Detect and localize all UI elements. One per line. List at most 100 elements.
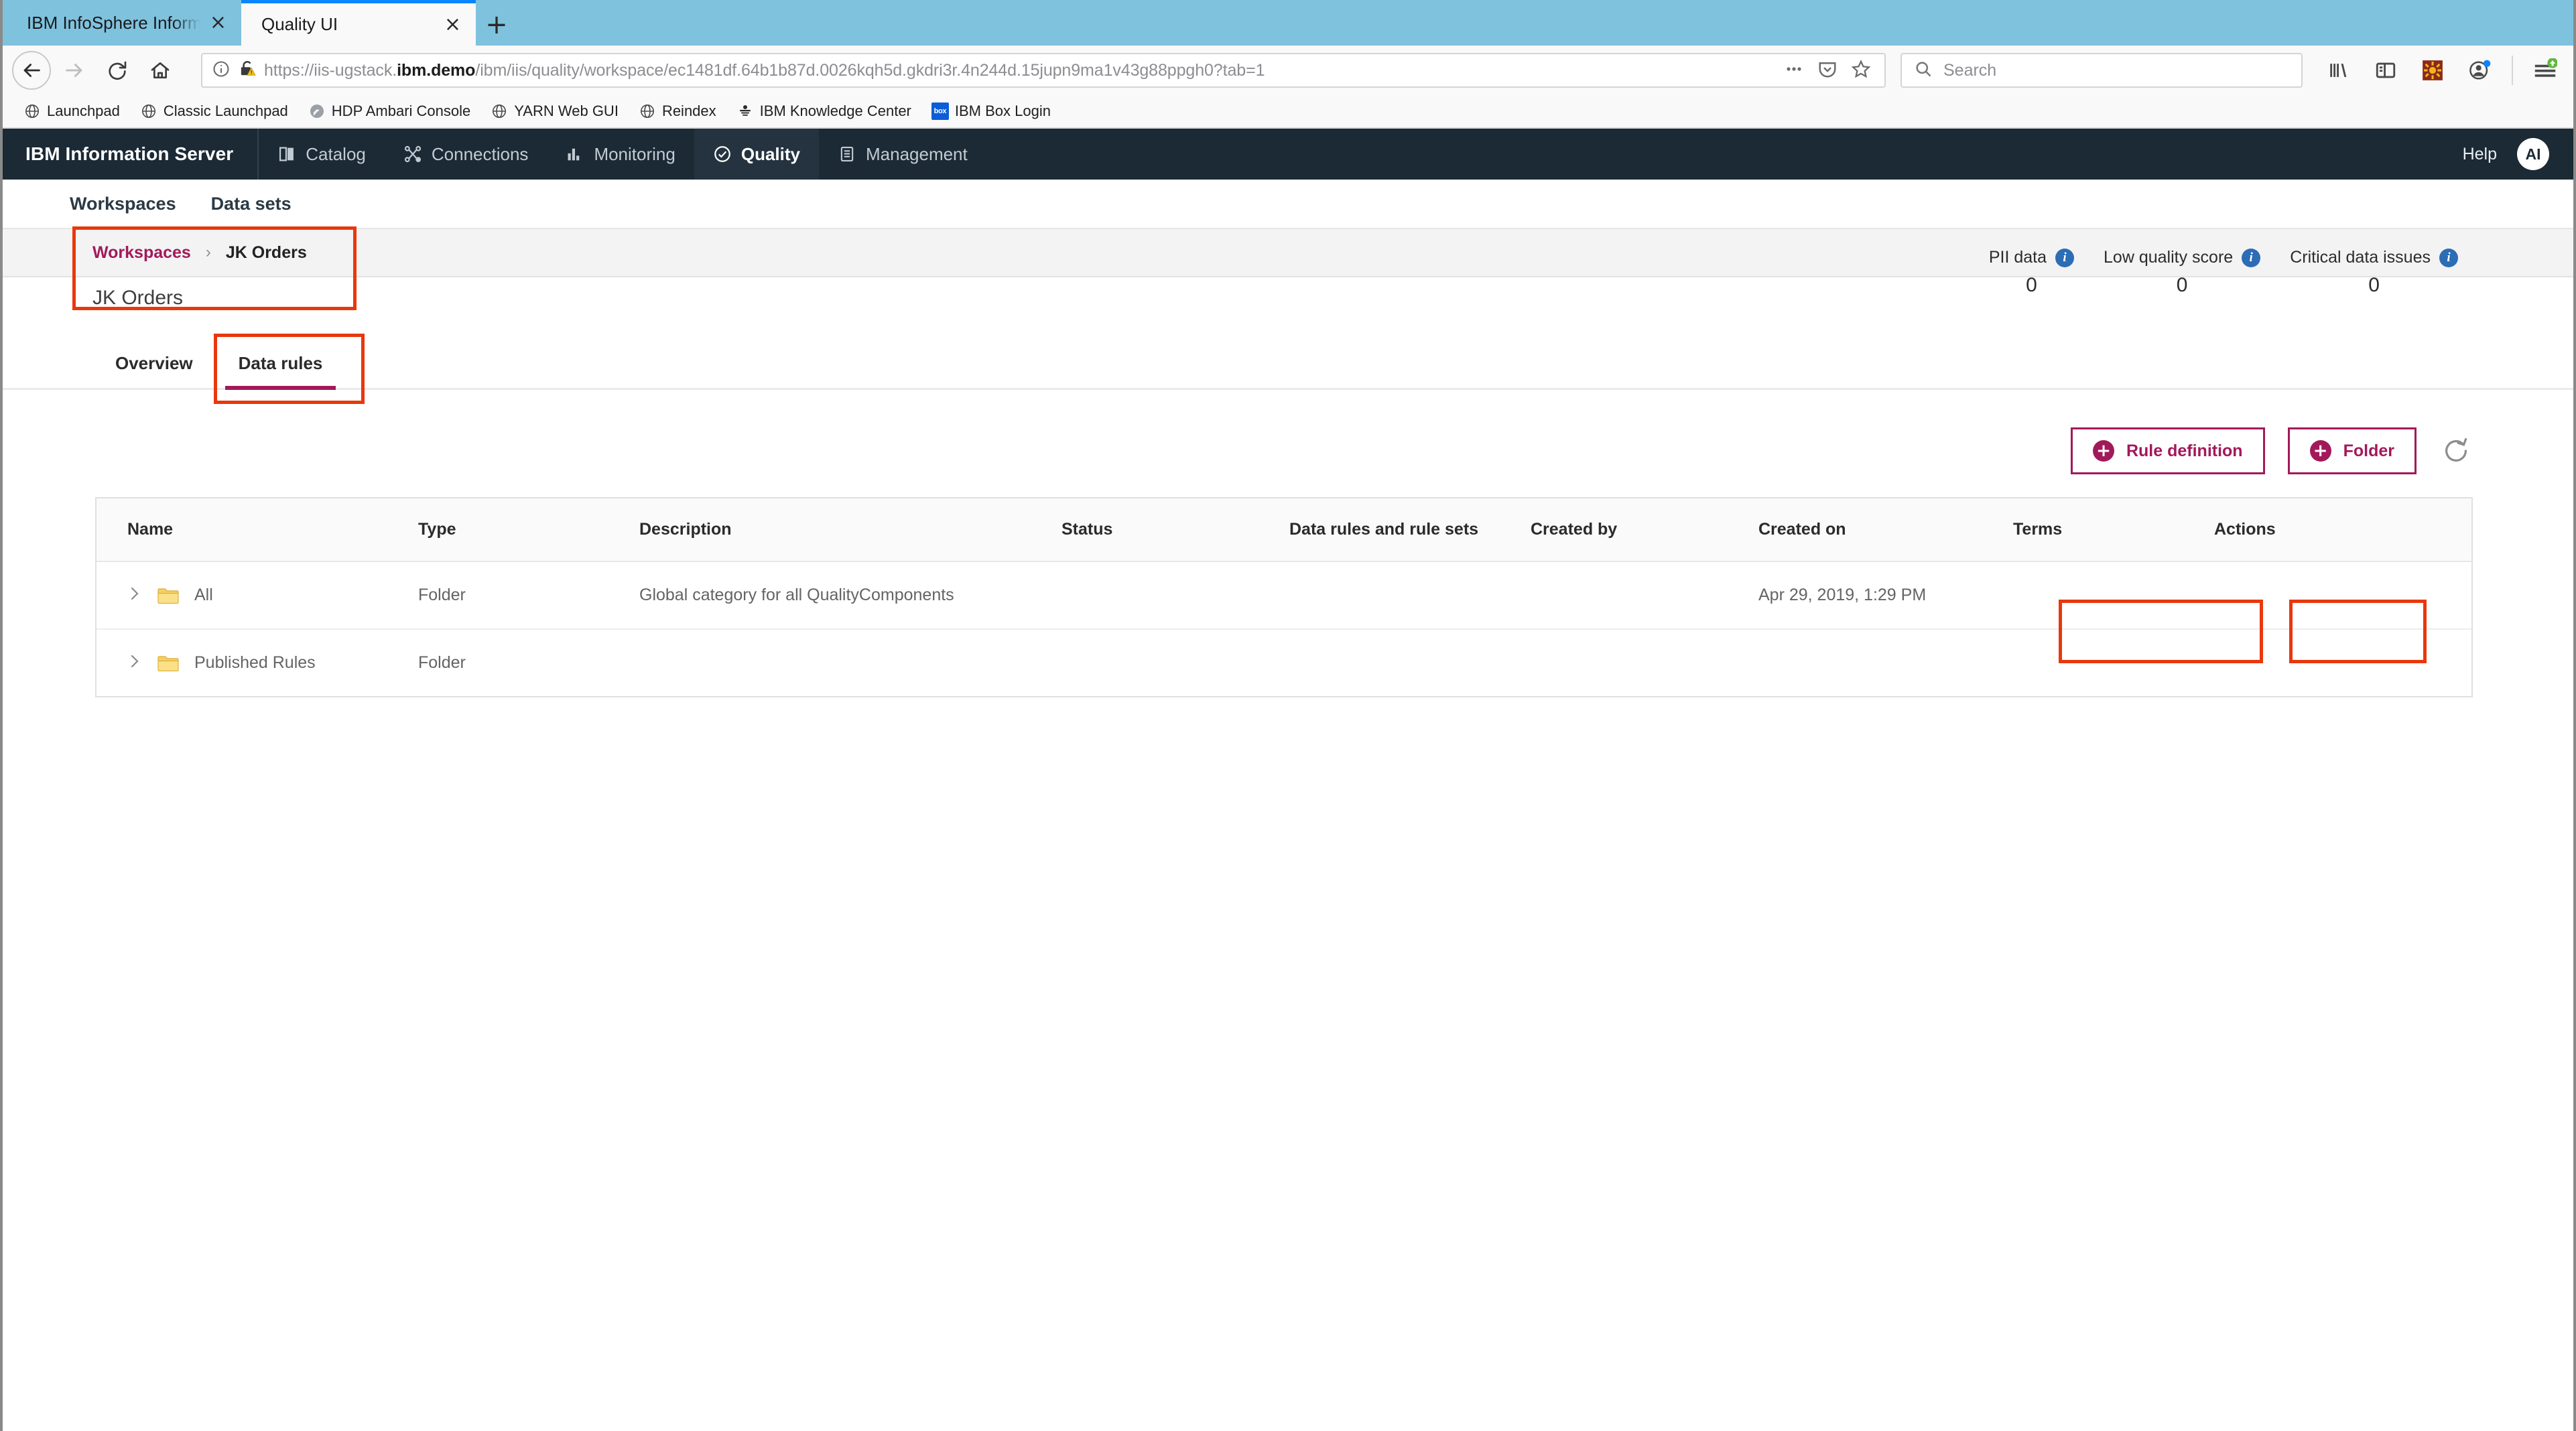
folder-icon xyxy=(157,654,180,673)
column-header-status[interactable]: Status xyxy=(1061,498,1289,562)
browser-tab-strip: IBM InfoSphere Information Server × Qual… xyxy=(3,0,2573,46)
row-type: Folder xyxy=(418,653,466,672)
bookmark-label: IBM Knowledge Center xyxy=(759,103,911,119)
bookmark-launchpad[interactable]: Launchpad xyxy=(13,103,130,120)
app-brand[interactable]: IBM Information Server xyxy=(3,129,259,180)
bookmark-classic-launchpad[interactable]: Classic Launchpad xyxy=(130,103,298,120)
browser-tab-1[interactable]: IBM InfoSphere Information Server × xyxy=(7,0,241,46)
refresh-icon[interactable] xyxy=(2439,434,2473,468)
globe-icon xyxy=(491,103,508,120)
row-status xyxy=(1061,561,1289,630)
metric-label: PII data xyxy=(1988,248,2047,267)
action-bar: + Rule definition + Folder xyxy=(3,390,2573,474)
page-info-icon[interactable] xyxy=(212,60,231,82)
breadcrumb-workspaces-link[interactable]: Workspaces xyxy=(92,243,191,263)
browser-tab-2[interactable]: Quality UI × xyxy=(241,0,476,46)
expand-chevron-icon[interactable] xyxy=(127,585,142,606)
nav-label: Monitoring xyxy=(594,143,675,164)
nav-item-monitoring[interactable]: Monitoring xyxy=(547,129,694,180)
bookmarks-bar: Launchpad Classic Launchpad HDP Ambari C… xyxy=(3,95,2573,129)
sub-nav-workspaces[interactable]: Workspaces xyxy=(70,194,176,214)
browser-window: IBM InfoSphere Information Server × Qual… xyxy=(0,0,2576,1431)
metric-value: 0 xyxy=(2026,274,2037,296)
forward-button[interactable] xyxy=(55,51,94,90)
column-header-terms[interactable]: Terms xyxy=(2013,498,2214,562)
data-rules-table: Name Type Description Status Data rules … xyxy=(95,497,2473,697)
new-tab-button[interactable]: + xyxy=(476,4,517,46)
info-icon[interactable]: i xyxy=(2055,248,2075,267)
bookmark-hdp-ambari-console[interactable]: HDP Ambari Console xyxy=(298,103,480,120)
column-header-created-on[interactable]: Created on xyxy=(1758,498,2013,562)
table-row[interactable]: Published Rules Folder xyxy=(96,629,2471,696)
row-data-rules xyxy=(1289,561,1531,630)
bookmark-star-icon[interactable] xyxy=(1851,59,1871,82)
close-icon[interactable]: × xyxy=(210,13,227,33)
row-description xyxy=(639,629,1061,696)
close-icon[interactable]: × xyxy=(444,14,461,35)
nav-label: Catalog xyxy=(306,143,366,164)
bar-chart-icon xyxy=(566,145,584,163)
expand-chevron-icon[interactable] xyxy=(127,653,142,673)
row-actions[interactable] xyxy=(2214,561,2471,630)
column-header-name[interactable]: Name xyxy=(96,498,418,562)
bookmark-reindex[interactable]: Reindex xyxy=(629,103,726,120)
quality-metrics: PII data i 0 Low quality score i 0 Criti… xyxy=(1974,248,2473,297)
column-header-actions[interactable]: Actions xyxy=(2214,498,2471,562)
browser-tab-2-title: Quality UI xyxy=(261,14,338,34)
hamburger-menu-icon[interactable] xyxy=(2530,56,2560,85)
home-button[interactable] xyxy=(141,51,180,90)
row-actions[interactable] xyxy=(2214,629,2471,696)
browser-toolbar-right xyxy=(2307,56,2564,85)
info-icon[interactable]: i xyxy=(2242,248,2261,267)
metric-critical-data-issues: Critical data issues i 0 xyxy=(2275,248,2473,297)
tab-data-rules[interactable]: Data rules xyxy=(216,339,346,390)
row-terms xyxy=(2013,629,2214,696)
page-content: IBM Information Server Catalog Connectio… xyxy=(3,129,2573,1431)
extension-gear-icon[interactable] xyxy=(2418,56,2447,85)
column-header-description[interactable]: Description xyxy=(639,498,1061,562)
rule-definition-label: Rule definition xyxy=(2126,441,2243,460)
help-link[interactable]: Help xyxy=(2463,145,2497,164)
account-icon[interactable] xyxy=(2465,56,2494,85)
folder-label: Folder xyxy=(2343,441,2394,460)
back-button[interactable] xyxy=(12,51,51,90)
column-header-type[interactable]: Type xyxy=(418,498,639,562)
nav-item-connections[interactable]: Connections xyxy=(385,129,548,180)
nav-item-management[interactable]: Management xyxy=(819,129,986,180)
sub-nav-data-sets[interactable]: Data sets xyxy=(211,194,292,214)
folder-button[interactable]: + Folder xyxy=(2287,427,2417,474)
bookmark-ibm-box-login[interactable]: box IBM Box Login xyxy=(921,103,1061,120)
rule-definition-button[interactable]: + Rule definition xyxy=(2070,427,2265,474)
info-icon[interactable]: i xyxy=(2439,248,2458,267)
search-input[interactable]: Search xyxy=(1943,61,1996,80)
reload-button[interactable] xyxy=(98,51,137,90)
avatar[interactable]: AI xyxy=(2517,138,2549,170)
page-title: JK Orders xyxy=(92,287,184,309)
row-name: All xyxy=(194,586,213,604)
pocket-icon[interactable] xyxy=(1817,59,1838,82)
row-created-on: Apr 29, 2019, 1:29 PM xyxy=(1758,561,2013,630)
insecure-lock-icon[interactable] xyxy=(239,60,256,82)
nav-label: Connections xyxy=(431,143,529,164)
page-actions-icon[interactable] xyxy=(1784,59,1804,82)
folder-icon xyxy=(157,586,180,605)
bookmark-label: HDP Ambari Console xyxy=(331,103,471,119)
nav-item-catalog[interactable]: Catalog xyxy=(259,129,385,180)
column-header-created-by[interactable]: Created by xyxy=(1531,498,1758,562)
nav-item-quality[interactable]: Quality xyxy=(694,129,819,180)
secondary-nav: Workspaces Data sets xyxy=(3,180,2573,229)
nav-label: Quality xyxy=(740,143,800,164)
bookmark-yarn-web-gui[interactable]: YARN Web GUI xyxy=(480,103,629,120)
table-row[interactable]: All Folder Global category for all Quali… xyxy=(96,561,2471,630)
box-icon: box xyxy=(931,103,949,120)
column-header-data-rules[interactable]: Data rules and rule sets xyxy=(1289,498,1531,562)
sidebar-icon[interactable] xyxy=(2371,56,2400,85)
breadcrumb-current: JK Orders xyxy=(225,243,307,262)
nav-label: Management xyxy=(865,143,968,164)
bookmark-ibm-knowledge-center[interactable]: IBM Knowledge Center xyxy=(726,103,921,120)
tab-overview[interactable]: Overview xyxy=(92,339,216,388)
browser-search-bar[interactable]: Search xyxy=(1901,53,2303,88)
url-bar[interactable]: https://iis-ugstack.ibm.demo/ibm/iis/qua… xyxy=(201,53,1886,88)
library-icon[interactable] xyxy=(2324,56,2354,85)
connections-icon xyxy=(403,145,422,163)
